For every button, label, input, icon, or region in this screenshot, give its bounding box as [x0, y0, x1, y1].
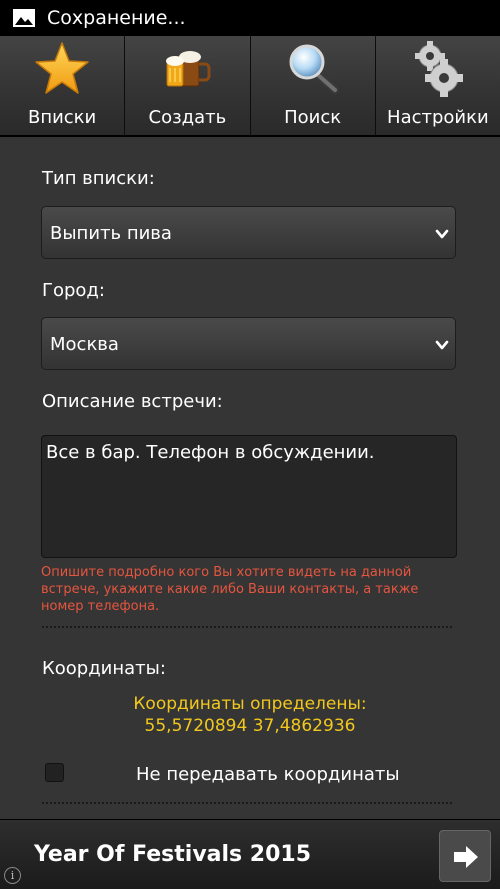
- tab-search[interactable]: Поиск: [250, 36, 376, 135]
- type-label: Тип вписки:: [42, 168, 155, 189]
- tab-label: Настройки: [387, 107, 489, 128]
- tab-label: Поиск: [284, 107, 342, 128]
- type-select[interactable]: Выпить пива: [41, 206, 456, 259]
- tab-create[interactable]: Создать: [125, 36, 251, 135]
- info-icon[interactable]: i: [4, 867, 21, 884]
- coords-status: Координаты определены:: [133, 694, 367, 714]
- form-panel: Тип вписки: Выпить пива Город: Москва Оп…: [0, 137, 500, 819]
- divider: [42, 626, 452, 628]
- type-select-value: Выпить пива: [50, 223, 172, 244]
- tab-label: Вписки: [27, 107, 97, 128]
- coords-label: Координаты:: [42, 658, 166, 679]
- tab-label: Создать: [148, 107, 227, 128]
- ad-open-button[interactable]: [439, 830, 491, 882]
- image-icon: [12, 8, 36, 28]
- tab-vpiski[interactable]: Вписки: [0, 36, 126, 135]
- city-select-value: Москва: [50, 334, 119, 355]
- magnifier-icon: [283, 40, 343, 100]
- description-label: Описание встречи:: [42, 391, 223, 412]
- tab-settings[interactable]: Настройки: [375, 36, 500, 135]
- city-label: Город:: [42, 280, 105, 301]
- gears-icon: [408, 40, 468, 100]
- divider: [42, 802, 452, 804]
- chevron-down-icon: [435, 337, 449, 351]
- status-bar: Сохранение...: [0, 0, 500, 36]
- description-value: Все в бар. Телефон в обсуждении.: [46, 442, 375, 463]
- beer-mug-icon: [157, 40, 217, 100]
- no-coords-checkbox[interactable]: [45, 763, 64, 782]
- ad-title[interactable]: Year Of Festivals 2015: [34, 820, 311, 889]
- description-field[interactable]: Все в бар. Телефон в обсуждении.: [41, 435, 457, 558]
- coords-value: 55,5720894 37,4862936: [144, 716, 356, 736]
- city-select[interactable]: Москва: [41, 317, 456, 370]
- tab-bar: Вписки Создать Поиск Настройки: [0, 36, 500, 135]
- star-icon: [32, 40, 92, 100]
- description-hint: Опишите подробно кого Вы хотите видеть н…: [41, 565, 419, 614]
- status-title: Сохранение...: [47, 7, 186, 29]
- no-coords-label[interactable]: Не передавать координаты: [136, 764, 400, 785]
- ad-banner[interactable]: Year Of Festivals 2015 i: [0, 820, 500, 889]
- chevron-down-icon: [435, 226, 449, 240]
